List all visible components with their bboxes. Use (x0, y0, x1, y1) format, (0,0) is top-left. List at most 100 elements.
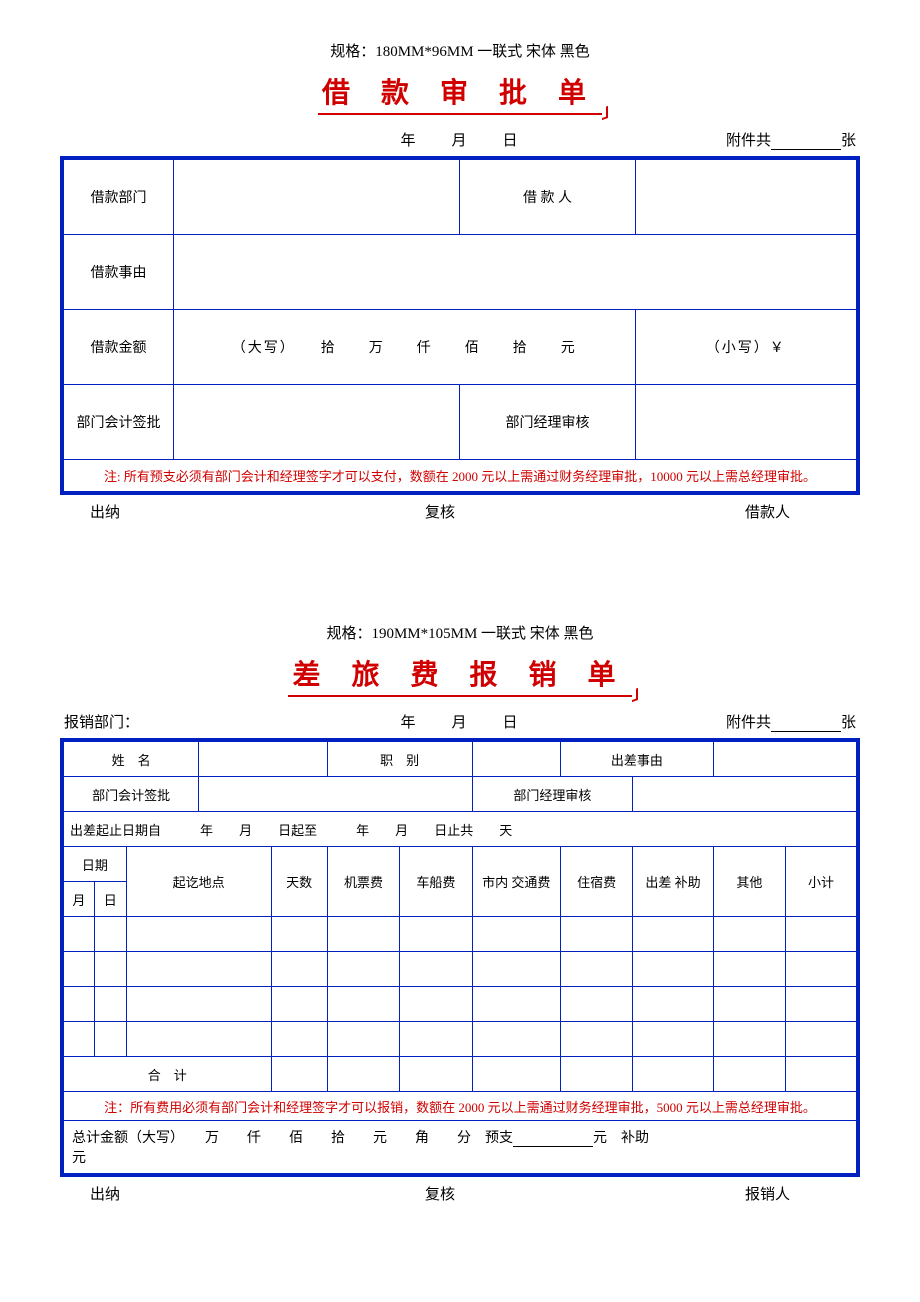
loan-approval-form: 规格：180MM*96MM 一联式 宋体 黑色 借 款 审 批 单 年 月 日 … (60, 40, 860, 522)
form2-date-line: 年 月 日 (290, 711, 629, 732)
attachment-prefix-2: 附件共 (726, 715, 771, 731)
form2-title: 差 旅 费 报 销 单 (288, 653, 631, 697)
col-citytrans: 市内 交通费 (472, 847, 560, 917)
row-approvals: 部门会计签批 部门经理审核 (62, 385, 858, 460)
dates-line[interactable]: 出差起止日期自 年 月 日起至 年 月 日止共 天 (62, 812, 858, 847)
dl-y2: 年 (356, 823, 369, 838)
footer-reviewer: 复核 (323, 501, 556, 522)
col-trainfare: 车船费 (400, 847, 472, 917)
row-reason: 借款事由 (62, 235, 858, 310)
row2-name: 姓 名 职 别 出差事由 (62, 740, 858, 777)
dl-d2: 日止共 (434, 823, 473, 838)
attachment-suffix: 张 (841, 133, 856, 149)
field-rank[interactable] (472, 740, 560, 777)
col-lodging: 住宿费 (560, 847, 632, 917)
field-mgr-approve-2[interactable] (633, 777, 858, 812)
label-mgr-approve: 部门经理审核 (460, 385, 635, 460)
form2-header-row: 报销部门： 年 月 日 附件共张 (60, 711, 860, 732)
form1-header-row: 年 月 日 附件共 张 (60, 129, 860, 150)
travel-expense-form: 规格：190MM*105MM 一联式 宋体 黑色 差 旅 费 报 销 单 报销部… (60, 622, 860, 1204)
label-name: 姓 名 (62, 740, 199, 777)
form2-footer: 出纳 复核 报销人 (60, 1177, 860, 1204)
spec-line-2: 规格：190MM*105MM 一联式 宋体 黑色 (60, 622, 860, 643)
dl-y1: 年 (200, 823, 213, 838)
footer-cashier: 出纳 (90, 501, 323, 522)
label-acct-approve: 部门会计签批 (62, 385, 173, 460)
spec-line-1: 规格：180MM*96MM 一联式 宋体 黑色 (60, 40, 860, 61)
row-total-amount: 总计金额（大写） 万 仟 佰 拾 元 角 分 预支元 补助元 (62, 1121, 858, 1176)
field-amount-big[interactable]: （大写） 拾 万 仟 佰 拾 元 (173, 310, 635, 385)
row2-approve: 部门会计签批 部门经理审核 (62, 777, 858, 812)
label-dept: 借款部门 (62, 158, 173, 235)
attachment-prefix: 附件共 (726, 133, 771, 149)
ta-allow-label: 补助 (621, 1131, 649, 1146)
dl-d1: 日起至 (278, 823, 317, 838)
field-name[interactable] (199, 740, 328, 777)
field-reason[interactable] (173, 235, 858, 310)
label-trip-reason: 出差事由 (560, 740, 713, 777)
row2-dates: 出差起止日期自 年 月 日起至 年 月 日止共 天 (62, 812, 858, 847)
field-trip-reason[interactable] (713, 740, 858, 777)
field-acct-approve-2[interactable] (199, 777, 472, 812)
label-reason: 借款事由 (62, 235, 173, 310)
form1-table: 借款部门 借 款 人 借款事由 借款金额 （大写） 拾 万 仟 佰 拾 元 （小… (60, 156, 860, 495)
row-amount: 借款金额 （大写） 拾 万 仟 佰 拾 元 （小写）￥ (62, 310, 858, 385)
dl-m2: 月 (395, 823, 408, 838)
footer2-claimant: 报销人 (557, 1183, 830, 1204)
form1-date-line: 年 月 日 (290, 129, 629, 150)
attachment-blank-2[interactable] (771, 716, 841, 732)
row2-note: 注：所有费用必须有部门会计和经理签字才可以报销，数额在 2000 元以上需通过财… (62, 1092, 858, 1121)
amount-small-prefix: （小写）￥ (706, 341, 786, 356)
attachment-blank[interactable] (771, 134, 841, 150)
field-amount-small[interactable]: （小写）￥ (635, 310, 858, 385)
form1-note: 注: 所有预支必须有部门会计和经理签字才可以支付，数额在 2000 元以上需通过… (62, 460, 858, 494)
form2-title-wrap: 差 旅 费 报 销 单 (60, 653, 860, 697)
data-row-1[interactable] (62, 917, 858, 952)
col-place: 起讫地点 (126, 847, 271, 917)
col-month: 月 (62, 882, 94, 917)
ta-adv-label: 预支 (485, 1131, 513, 1146)
advance-blank[interactable] (513, 1132, 593, 1147)
label-rank: 职 别 (327, 740, 472, 777)
ta-prefix: 总计金额（大写） (72, 1131, 177, 1146)
row-total: 合 计 (62, 1057, 858, 1092)
ta-adv-unit: 元 (593, 1131, 607, 1146)
form2-note: 注：所有费用必须有部门会计和经理签字才可以报销，数额在 2000 元以上需通过财… (62, 1092, 858, 1121)
row-note: 注: 所有预支必须有部门会计和经理签字才可以支付，数额在 2000 元以上需通过… (62, 460, 858, 494)
footer-borrower: 借款人 (557, 501, 830, 522)
field-acct-approve[interactable] (173, 385, 460, 460)
data-row-3[interactable] (62, 987, 858, 1022)
field-borrower[interactable] (635, 158, 858, 235)
ta-units: 万 仟 佰 拾 元 角 分 (205, 1131, 471, 1146)
col-days: 天数 (271, 847, 327, 917)
col-other: 其他 (713, 847, 785, 917)
col-date: 日期 (62, 847, 126, 882)
data-row-4[interactable] (62, 1022, 858, 1057)
amount-big-prefix: （大写） (232, 341, 289, 356)
field-mgr-approve[interactable] (635, 385, 858, 460)
form2-dept-label: 报销部门： (64, 711, 290, 732)
field-dept[interactable] (173, 158, 460, 235)
dl-days: 天 (499, 823, 512, 838)
label-acct-approve-2: 部门会计签批 (62, 777, 199, 812)
data-row-2[interactable] (62, 952, 858, 987)
form1-title-wrap: 借 款 审 批 单 (60, 71, 860, 115)
ta-suffix-unit: 元 (72, 1151, 86, 1166)
footer2-reviewer: 复核 (323, 1183, 556, 1204)
form2-attachment: 附件共张 (630, 711, 856, 732)
total-amount-cell[interactable]: 总计金额（大写） 万 仟 佰 拾 元 角 分 预支元 补助元 (62, 1121, 858, 1176)
label-mgr-approve-2: 部门经理审核 (472, 777, 633, 812)
label-amount: 借款金额 (62, 310, 173, 385)
col-airfare: 机票费 (327, 847, 399, 917)
label-borrower: 借 款 人 (460, 158, 635, 235)
form2-table: 姓 名 职 别 出差事由 部门会计签批 部门经理审核 出差起止日期自 年 月 日… (60, 738, 860, 1177)
row-dept: 借款部门 借 款 人 (62, 158, 858, 235)
dl-prefix: 出差起止日期自 (70, 823, 161, 838)
row2-cols-header: 日期 起讫地点 天数 机票费 车船费 市内 交通费 住宿费 出差 补助 其他 小… (62, 847, 858, 882)
form1-title: 借 款 审 批 单 (318, 71, 602, 115)
section-gap (60, 522, 860, 622)
form1-footer: 出纳 复核 借款人 (60, 495, 860, 522)
label-total: 合 计 (62, 1057, 271, 1092)
col-subtotal: 小计 (786, 847, 858, 917)
form1-attachment: 附件共 张 (630, 129, 856, 150)
